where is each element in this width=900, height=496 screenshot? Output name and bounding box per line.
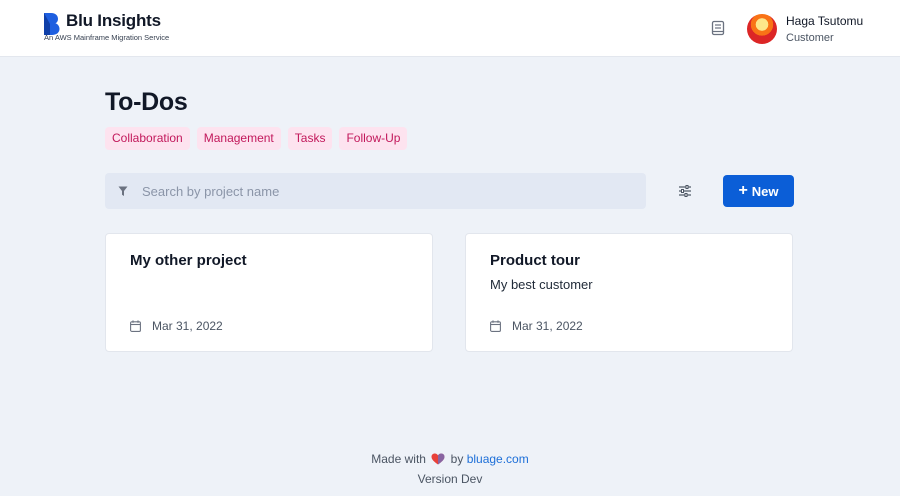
card-date: Mar 31, 2022	[490, 319, 583, 333]
plus-icon: +	[738, 181, 748, 199]
new-button[interactable]: + New	[723, 175, 794, 207]
documentation-button[interactable]	[708, 18, 728, 38]
footer-credit: Made with by bluage.com	[0, 452, 900, 468]
project-card[interactable]: Product tour My best customer Mar 31, 20…	[465, 233, 793, 352]
card-date: Mar 31, 2022	[130, 319, 223, 333]
project-card[interactable]: My other project Mar 31, 2022	[105, 233, 433, 352]
brand-title: Blu Insights	[66, 11, 161, 30]
brand-subtitle: An AWS Mainframe Migration Service	[44, 33, 170, 42]
avatar[interactable]	[747, 14, 777, 44]
card-date-text: Mar 31, 2022	[152, 319, 223, 333]
tag-tasks[interactable]: Tasks	[287, 127, 333, 150]
brand-logo[interactable]: Blu Insights An AWS Mainframe Migration …	[42, 11, 169, 43]
calendar-icon	[130, 320, 142, 332]
user-role: Customer	[786, 32, 834, 44]
book-icon	[711, 20, 725, 36]
tag-management[interactable]: Management	[196, 127, 281, 150]
user-name[interactable]: Haga Tsutomu	[786, 14, 863, 28]
made-with-text: Made with	[371, 452, 426, 466]
version-text: Version Dev	[417, 472, 483, 486]
page-title: To-Dos	[105, 88, 188, 116]
card-title: Product tour	[490, 252, 580, 269]
calendar-icon	[490, 320, 502, 332]
search-bar	[105, 173, 646, 209]
card-subtitle: My best customer	[490, 277, 593, 292]
by-text: by	[450, 452, 464, 466]
search-input[interactable]	[142, 183, 622, 199]
top-bar: Blu Insights An AWS Mainframe Migration …	[0, 0, 900, 57]
tag-list: Collaboration Management Tasks Follow-Up	[105, 127, 408, 150]
heart-icon	[431, 453, 445, 468]
card-date-text: Mar 31, 2022	[512, 319, 583, 333]
filter-funnel-icon	[118, 185, 130, 197]
filter-settings-button[interactable]	[675, 181, 695, 201]
bluage-link[interactable]: bluage.com	[467, 452, 529, 466]
new-button-label: New	[751, 183, 779, 199]
sliders-icon	[679, 185, 691, 197]
tag-follow-up[interactable]: Follow-Up	[339, 127, 408, 150]
tag-collaboration[interactable]: Collaboration	[105, 127, 190, 150]
card-title: My other project	[130, 252, 247, 269]
